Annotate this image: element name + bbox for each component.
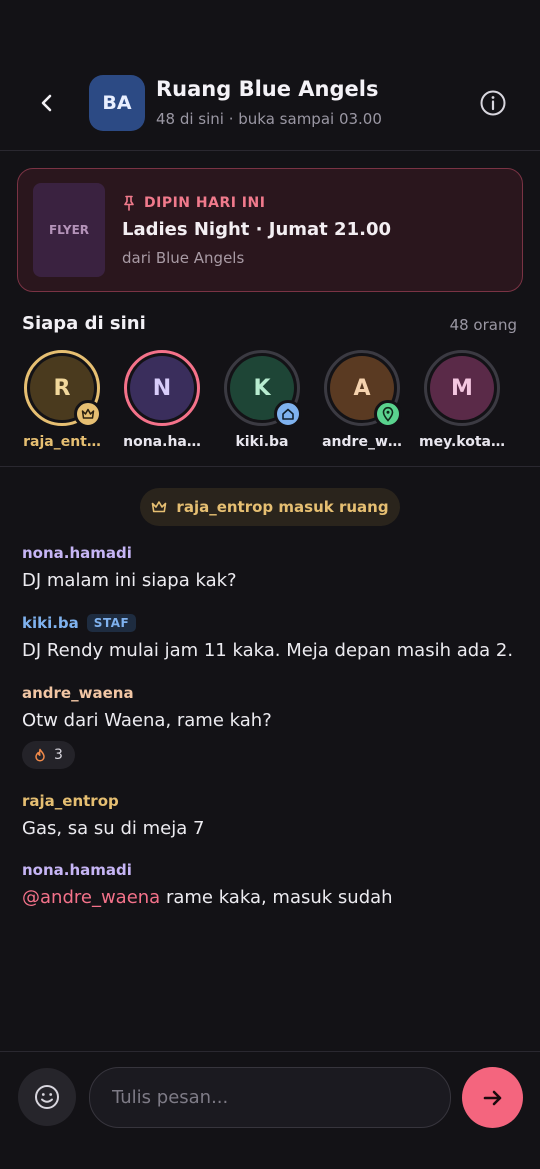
- member-name: mey.kota…: [419, 434, 505, 450]
- member-name: nona.ha…: [123, 434, 201, 450]
- message-body: rame kaka, masuk sudah: [160, 887, 393, 908]
- smiley-icon: [35, 1085, 59, 1109]
- fire-icon: [35, 748, 45, 762]
- reaction-chip[interactable]: 3: [22, 741, 75, 769]
- back-button[interactable]: [30, 86, 64, 120]
- avatar-initial: N: [152, 375, 172, 401]
- avatar-initial: R: [53, 375, 71, 401]
- staff-tag: STAF: [86, 614, 137, 632]
- chat-message[interactable]: kiki.ba STAF DJ Rendy mulai jam 11 kaka.…: [22, 614, 513, 661]
- message-text: DJ malam ini siapa kak?: [22, 570, 237, 591]
- avatar-ring: M: [424, 350, 500, 426]
- event-flyer: FLYER: [33, 183, 105, 277]
- author-name: kiki.ba: [22, 614, 79, 632]
- author-name: raja_entrop: [22, 792, 119, 810]
- chat-message[interactable]: nona.hamadi DJ malam ini siapa kak?: [22, 544, 237, 591]
- crown-icon: [152, 501, 167, 513]
- room-avatar[interactable]: BA: [89, 75, 145, 131]
- member-name: andre_w…: [322, 434, 402, 450]
- pinned-source: dari Blue Angels: [122, 249, 245, 267]
- location-badge: [374, 400, 402, 428]
- message-composer: [0, 1051, 540, 1169]
- message-author[interactable]: kiki.ba STAF: [22, 614, 513, 632]
- room-subtitle: 48 di sini · buka sampai 03.00: [156, 110, 382, 128]
- room-title: Ruang Blue Angels: [156, 77, 379, 101]
- avatar: N: [130, 356, 194, 420]
- message-author[interactable]: nona.hamadi: [22, 861, 393, 879]
- message-author[interactable]: nona.hamadi: [22, 544, 237, 562]
- avatar: M: [430, 356, 494, 420]
- author-name: nona.hamadi: [22, 544, 132, 562]
- pinned-label-row: DIPIN HARI INI: [122, 195, 265, 211]
- info-button[interactable]: [478, 88, 508, 118]
- crown-icon: [81, 408, 95, 419]
- message-input[interactable]: [89, 1067, 451, 1128]
- chat-message[interactable]: nona.hamadi @andre_waena rame kaka, masu…: [22, 861, 393, 908]
- home-icon: [282, 408, 294, 420]
- author-name: andre_waena: [22, 684, 134, 702]
- pinned-title: Ladies Night · Jumat 21.00: [122, 219, 391, 240]
- avatar-initial: M: [451, 375, 473, 401]
- chat-message[interactable]: andre_waena Otw dari Waena, rame kah? 3: [22, 684, 272, 769]
- emoji-button[interactable]: [18, 1068, 76, 1126]
- chevron-left-icon: [41, 94, 52, 112]
- message-author[interactable]: andre_waena: [22, 684, 272, 702]
- room-header: BA Ruang Blue Angels 48 di sini · buka s…: [0, 0, 540, 151]
- system-event-text: raja_entrop masuk ruang: [176, 498, 389, 516]
- reaction-count: 3: [54, 747, 63, 763]
- member-name: raja_ent…: [23, 434, 101, 450]
- user-mention[interactable]: @andre_waena: [22, 887, 160, 908]
- info-icon: [480, 90, 506, 116]
- arrow-right-icon: [483, 1090, 501, 1105]
- message-text: Otw dari Waena, rame kah?: [22, 710, 272, 731]
- location-icon: [382, 406, 394, 422]
- members-row: R raja_ent… N nona.ha… K kiki.ba A andre…: [0, 350, 540, 467]
- members-count[interactable]: 48 orang: [450, 316, 517, 334]
- system-event-chip: raja_entrop masuk ruang: [140, 488, 400, 526]
- host-badge: [74, 400, 102, 428]
- avatar-ring: N: [124, 350, 200, 426]
- author-name: nona.hamadi: [22, 861, 132, 879]
- send-button[interactable]: [462, 1067, 523, 1128]
- staff-badge: [274, 400, 302, 428]
- message-text: Gas, sa su di meja 7: [22, 818, 205, 839]
- chat-feed[interactable]: raja_entrop masuk ruang nona.hamadi DJ m…: [0, 468, 540, 1051]
- message-text: @andre_waena rame kaka, masuk sudah: [22, 887, 393, 908]
- message-author[interactable]: raja_entrop: [22, 792, 204, 810]
- pinned-event-card[interactable]: FLYER DIPIN HARI INI Ladies Night · Juma…: [17, 168, 523, 292]
- pin-icon: [124, 195, 134, 211]
- chat-message[interactable]: raja_entrop Gas, sa su di meja 7: [22, 792, 204, 839]
- avatar-initial: K: [253, 375, 271, 401]
- avatar-initial: A: [353, 375, 371, 401]
- message-text: DJ Rendy mulai jam 11 kaka. Meja depan m…: [22, 640, 514, 661]
- members-section-title: Siapa di sini: [22, 313, 146, 334]
- member-name: kiki.ba: [235, 434, 289, 450]
- pinned-label: DIPIN HARI INI: [144, 195, 266, 211]
